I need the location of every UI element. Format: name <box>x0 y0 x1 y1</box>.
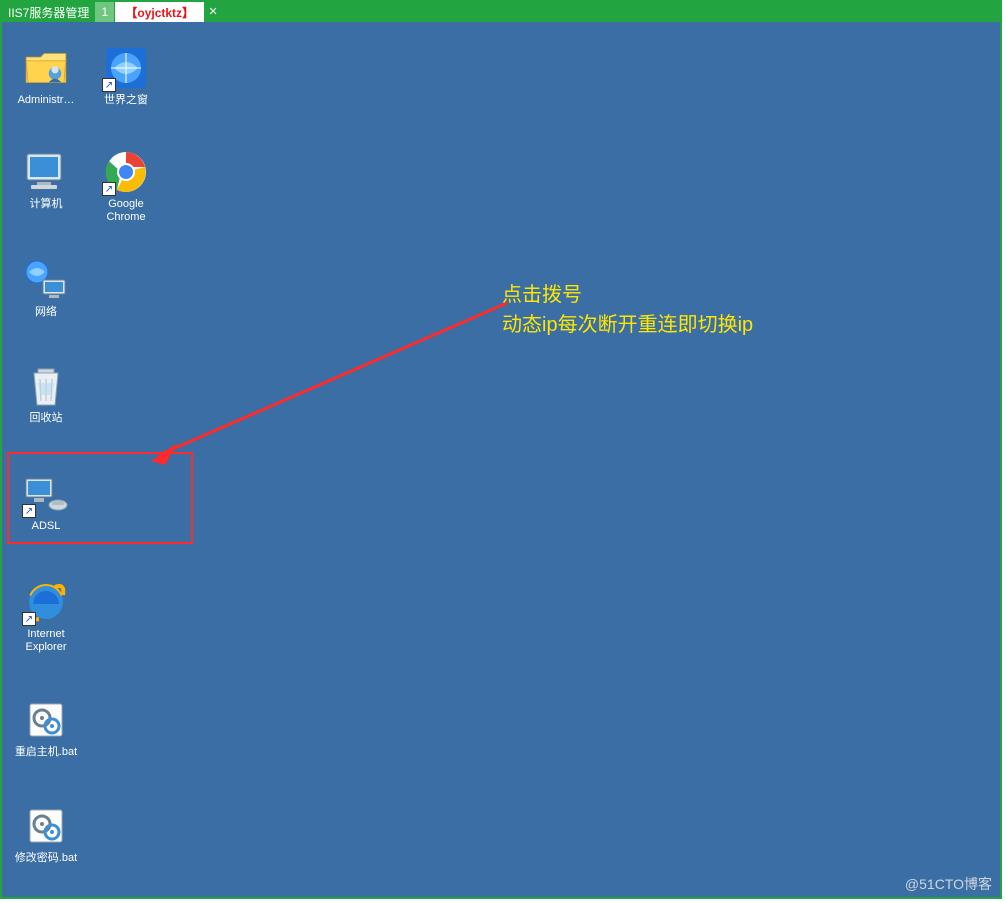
bat-file-icon <box>22 696 70 744</box>
annotation-highlight-box <box>7 452 193 544</box>
desktop-icon-label: Administr… <box>7 94 85 107</box>
desktop-icon-label: 计算机 <box>7 198 85 211</box>
desktop-icon-restart-bat[interactable]: 重启主机.bat <box>7 696 85 759</box>
annotation-line2: 动态ip每次断开重连即切换ip <box>502 310 753 340</box>
shortcut-arrow-icon: ↗ <box>102 182 116 196</box>
desktop-icon-chrome[interactable]: ↗ Google Chrome <box>87 148 165 224</box>
remote-desktop[interactable]: Administr… ↗ 世界之窗 <box>2 22 1000 897</box>
desktop-icon-label: 回收站 <box>7 412 85 425</box>
desktop-icon-label: 修改密码.bat <box>7 852 85 865</box>
shortcut-arrow-icon: ↗ <box>22 612 36 626</box>
desktop-icon-passwd-bat[interactable]: 修改密码.bat <box>7 802 85 865</box>
desktop-icon-recycle-bin[interactable]: 回收站 <box>7 362 85 425</box>
network-icon <box>22 256 70 304</box>
tab-bar: IIS7服务器管理 1 【oyjctktz】 ✕ <box>2 2 1000 22</box>
desktop-icon-administrator[interactable]: Administr… <box>7 44 85 107</box>
ie-icon: ↗ <box>22 578 70 626</box>
desktop-icon-theworld[interactable]: ↗ 世界之窗 <box>87 44 165 107</box>
desktop-icon-network[interactable]: 网络 <box>7 256 85 319</box>
annotation-arrow <box>147 297 517 467</box>
desktop-icon-ie[interactable]: ↗ Internet Explorer <box>7 578 85 654</box>
tab-close-button[interactable]: ✕ <box>204 2 222 20</box>
recycle-bin-icon <box>22 362 70 410</box>
annotation-text: 点击拨号 动态ip每次断开重连即切换ip <box>502 280 753 340</box>
bat-file-icon <box>22 802 70 850</box>
computer-icon <box>22 148 70 196</box>
tab-active[interactable]: 【oyjctktz】 <box>115 2 204 22</box>
desktop-icon-label: 网络 <box>7 306 85 319</box>
watermark: @51CTO博客 <box>905 874 992 894</box>
chrome-icon: ↗ <box>102 148 150 196</box>
desktop-icon-computer[interactable]: 计算机 <box>7 148 85 211</box>
desktop-icon-label: 世界之窗 <box>87 94 165 107</box>
annotation-line1: 点击拨号 <box>502 280 753 310</box>
shortcut-arrow-icon: ↗ <box>102 78 116 92</box>
globe-icon: ↗ <box>102 44 150 92</box>
desktop-icon-label: Google Chrome <box>87 198 165 224</box>
folder-user-icon <box>22 44 70 92</box>
desktop-icon-label: 重启主机.bat <box>7 746 85 759</box>
tab-badge[interactable]: 1 <box>95 2 115 22</box>
app-title: IIS7服务器管理 <box>2 2 95 22</box>
desktop-icon-label: Internet Explorer <box>7 628 85 654</box>
